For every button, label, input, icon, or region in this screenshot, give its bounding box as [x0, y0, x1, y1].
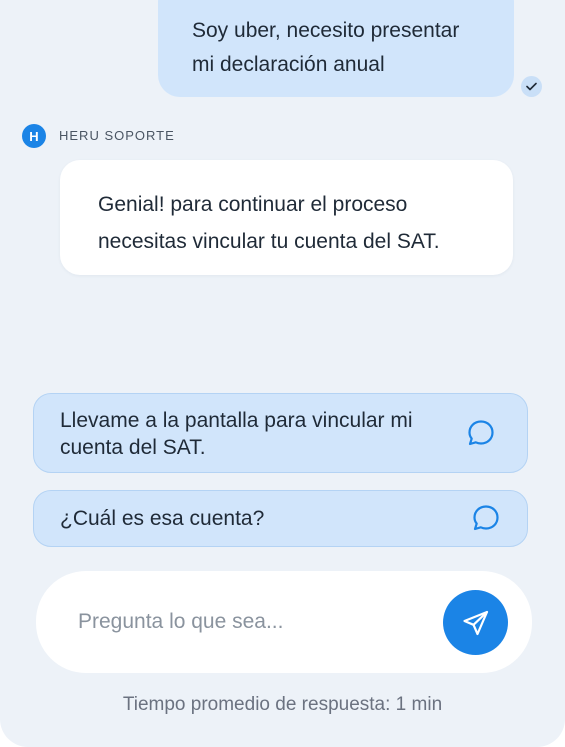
suggestion-label: ¿Cuál es esa cuenta?: [60, 507, 265, 530]
message-input[interactable]: [78, 603, 418, 641]
user-message-line: mi declaración anual: [192, 53, 385, 76]
bot-message-bubble: Genial! para continuar el proceso necesi…: [60, 160, 513, 275]
user-message-line: Soy uber, necesito presentar: [192, 19, 460, 42]
suggestion-link-sat-button[interactable]: Llevame a la pantalla para vincular mi c…: [33, 393, 528, 473]
message-composer: [36, 571, 532, 673]
send-button[interactable]: [443, 590, 508, 655]
check-icon: [521, 76, 542, 97]
response-time-note: Tiempo promedio de respuesta: 1 min: [122, 694, 443, 715]
suggestion-label: Llevame a la pantalla para vincular mi c…: [60, 407, 413, 461]
suggestion-what-account-button[interactable]: ¿Cuál es esa cuenta?: [33, 490, 528, 547]
support-avatar: H: [22, 124, 46, 148]
support-avatar-initial: H: [29, 128, 39, 144]
suggestion-label-line: Llevame a la pantalla para vincular mi: [60, 409, 413, 432]
chat-screen: Soy uber, necesito presentar mi declarac…: [0, 0, 565, 747]
chat-bubble-icon: [468, 420, 494, 446]
send-icon: [462, 610, 488, 635]
user-message-bubble: Soy uber, necesito presentar mi declarac…: [158, 0, 514, 97]
chat-bubble-icon: [473, 505, 499, 531]
suggestion-label-line: cuenta del SAT.: [60, 436, 206, 459]
bot-message-line: Genial! para continuar el proceso: [98, 193, 408, 216]
bot-message-line: necesitas vincular tu cuenta del SAT.: [98, 230, 440, 253]
support-name: HERU SOPORTE: [59, 128, 175, 143]
